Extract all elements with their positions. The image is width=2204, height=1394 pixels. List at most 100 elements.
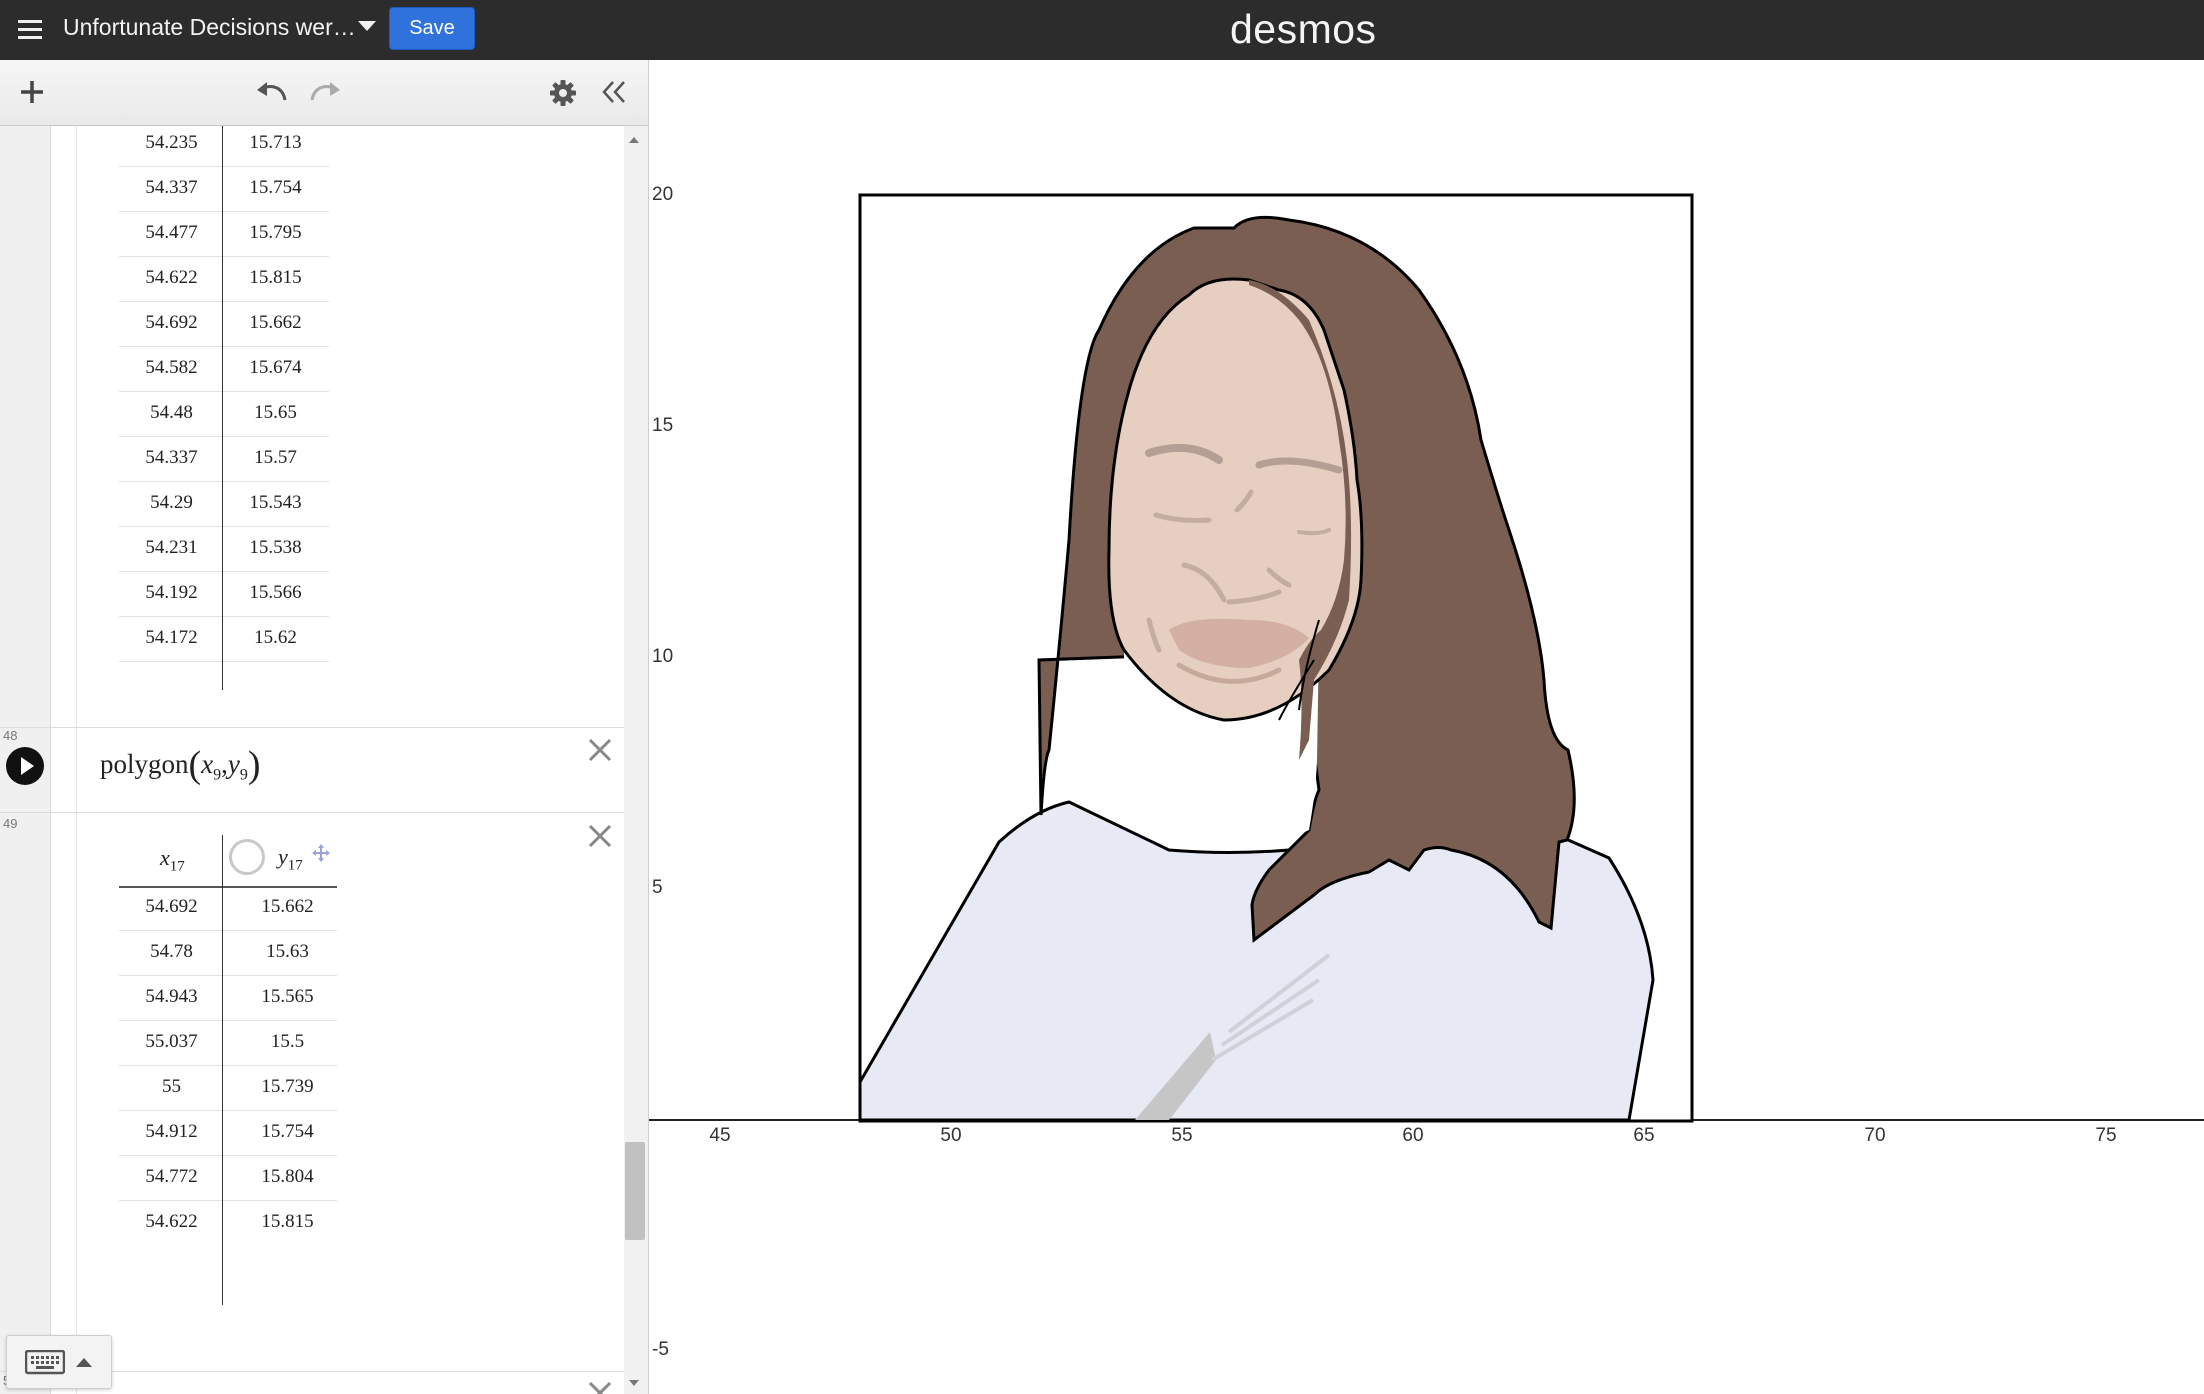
table-cell-y[interactable]: 15.57 <box>223 447 328 469</box>
table-cell-x[interactable]: 54.692 <box>119 312 224 334</box>
top-bar: Unfortunate Decisions wer… Save desmos <box>0 0 2204 60</box>
save-button[interactable]: Save <box>389 7 475 50</box>
header-x-sub: 17 <box>169 858 185 875</box>
table-row-divider <box>119 301 329 302</box>
move-column-icon[interactable] <box>312 844 330 862</box>
header-x: x <box>160 845 170 870</box>
table-cell-x[interactable]: 55 <box>119 1076 224 1098</box>
graph-title[interactable]: Unfortunate Decisions wer… <box>63 14 356 41</box>
table-row-divider <box>119 391 329 392</box>
table-cell-y[interactable]: 15.804 <box>235 1166 340 1188</box>
table-header-x17[interactable]: x17 <box>160 845 185 875</box>
table-cell-x[interactable]: 54.78 <box>119 941 224 963</box>
x-var: x <box>201 749 214 779</box>
y-tick-label: 20 <box>652 184 674 205</box>
table-cell-y[interactable]: 15.713 <box>223 132 328 154</box>
delete-expression-50-icon[interactable] <box>587 1380 613 1394</box>
expression-divider <box>0 727 624 728</box>
table-cell-x[interactable]: 54.48 <box>119 402 224 424</box>
delete-expression-49-icon[interactable] <box>587 823 613 849</box>
table-row-divider <box>119 1065 337 1066</box>
y-tick-label: -5 <box>652 1339 669 1360</box>
polygon-expression-48[interactable]: polygon(x9,y9) <box>100 743 261 787</box>
expression-number: 48 <box>3 728 18 743</box>
table-cell-x[interactable]: 54.235 <box>119 132 224 154</box>
header-y-sub: 17 <box>287 857 303 874</box>
table-cell-y[interactable]: 15.815 <box>223 267 328 289</box>
y-tick-label: 10 <box>652 646 674 667</box>
table-cell-x[interactable]: 54.582 <box>119 357 224 379</box>
table-cell-x[interactable]: 54.912 <box>119 1121 224 1143</box>
table-cell-y[interactable]: 15.754 <box>223 177 328 199</box>
table-cell-y[interactable]: 15.795 <box>223 222 328 244</box>
keyboard-icon <box>25 1350 65 1375</box>
table-row-divider <box>119 661 329 662</box>
gear-icon[interactable] <box>548 78 578 108</box>
table-cell-x[interactable]: 54.231 <box>119 537 224 559</box>
table-cell-y[interactable]: 15.739 <box>235 1076 340 1098</box>
title-dropdown-caret-icon[interactable] <box>358 21 376 31</box>
table-cell-x[interactable]: 54.477 <box>119 222 224 244</box>
y-tick-label: 15 <box>652 415 674 436</box>
table-cell-y[interactable]: 15.543 <box>223 492 328 514</box>
collapse-panel-chevrons-icon[interactable] <box>601 80 627 104</box>
table-row-divider <box>119 166 329 167</box>
add-item-plus-icon[interactable] <box>18 78 46 106</box>
scrollbar-thumb[interactable] <box>625 1142 645 1240</box>
table-cell-y[interactable]: 15.63 <box>235 941 340 963</box>
table-cell-y[interactable]: 15.538 <box>223 537 328 559</box>
table-cell-x[interactable]: 54.172 <box>119 627 224 649</box>
x-tick-label: 50 <box>940 1125 962 1146</box>
x-tick-label: 60 <box>1402 1125 1424 1146</box>
table-cell-x[interactable]: 54.692 <box>119 896 224 918</box>
polygon-expression-50[interactable]: polygon(x17,y17) <box>100 1388 277 1394</box>
expression-divider <box>0 812 624 813</box>
table-cell-x[interactable]: 54.337 <box>119 447 224 469</box>
table-cell-y[interactable]: 15.566 <box>223 582 328 604</box>
scroll-down-arrow-icon[interactable] <box>629 1380 639 1386</box>
indent-guide <box>76 126 77 1394</box>
keyboard-toggle-button[interactable] <box>6 1335 112 1389</box>
x-sub: 9 <box>213 766 222 784</box>
table-cell-x[interactable]: 54.29 <box>119 492 224 514</box>
table-cell-y[interactable]: 15.662 <box>235 896 340 918</box>
table-column-divider <box>222 835 223 1305</box>
table-cell-x[interactable]: 54.192 <box>119 582 224 604</box>
play-animation-icon[interactable] <box>6 747 44 785</box>
table-cell-y[interactable]: 15.5 <box>235 1031 340 1053</box>
table-cell-y[interactable]: 15.565 <box>235 986 340 1008</box>
scroll-up-arrow-icon[interactable] <box>629 137 639 143</box>
table-cell-x[interactable]: 54.772 <box>119 1166 224 1188</box>
x-tick-label: 45 <box>709 1125 731 1146</box>
series-style-circle-icon[interactable] <box>229 839 265 875</box>
desmos-logo: desmos <box>1230 6 1377 52</box>
table-cell-x[interactable]: 55.037 <box>119 1031 224 1053</box>
table-row-divider <box>119 975 337 976</box>
table-cell-y[interactable]: 15.662 <box>223 312 328 334</box>
table-cell-x[interactable]: 54.622 <box>119 1211 224 1233</box>
redo-icon[interactable] <box>308 78 342 104</box>
table-cell-y[interactable]: 15.62 <box>223 627 328 649</box>
graph-paper[interactable] <box>649 60 2204 1394</box>
table-row-divider <box>119 346 329 347</box>
table-row-divider <box>119 571 329 572</box>
table-cell-x[interactable]: 54.337 <box>119 177 224 199</box>
table-cell-y[interactable]: 15.754 <box>235 1121 340 1143</box>
table-cell-y[interactable]: 15.815 <box>235 1211 340 1233</box>
hamburger-menu-icon[interactable] <box>16 16 44 44</box>
header-y: y <box>278 844 288 869</box>
table-cell-y[interactable]: 15.65 <box>223 402 328 424</box>
expression-number: 49 <box>3 816 18 831</box>
table-cell-x[interactable]: 54.943 <box>119 986 224 1008</box>
table-cell-y[interactable]: 15.674 <box>223 357 328 379</box>
expression-panel: 54.235 15.713 54.337 15.754 54.477 15.795 54.6… <box>0 60 649 1394</box>
caret-up-icon <box>76 1358 92 1367</box>
undo-icon[interactable] <box>255 78 289 104</box>
comma: , <box>221 749 228 779</box>
table-cell-x[interactable]: 54.622 <box>119 267 224 289</box>
table-header-y17[interactable]: y17 <box>278 844 303 874</box>
table-row-divider <box>119 1200 337 1201</box>
delete-expression-48-icon[interactable] <box>587 737 613 763</box>
table-row-divider <box>119 1155 337 1156</box>
x-tick-label: 75 <box>2095 1125 2117 1146</box>
